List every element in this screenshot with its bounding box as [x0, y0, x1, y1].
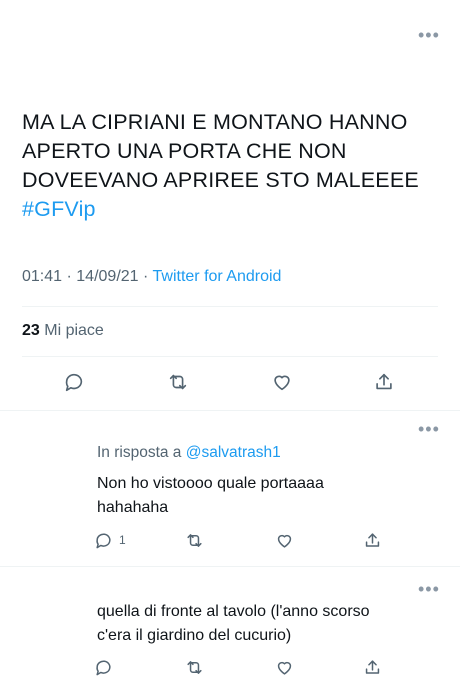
reply-2-more-icon[interactable]: ••• [418, 580, 440, 598]
reply-2-share-button[interactable] [359, 655, 385, 679]
reply-1-line-2: hahahaha [97, 499, 169, 516]
reply-bubble-icon [65, 373, 83, 392]
reply-bubble-icon [96, 659, 111, 675]
share-icon [365, 659, 379, 674]
like-button[interactable] [266, 368, 298, 396]
reply-2-line-2: c'era il giardino del cucurio) [97, 627, 292, 644]
likes-count: 23 [22, 322, 40, 339]
retweet-button[interactable] [162, 368, 194, 396]
reply-1-reply-button[interactable]: 1 [94, 528, 126, 552]
tweet-more-icon[interactable]: ••• [418, 26, 440, 44]
likes-summary[interactable]: 23 Mi piace [22, 322, 104, 340]
reply-1-share-button[interactable] [359, 528, 385, 552]
hashtag-link[interactable]: #GFVip [22, 197, 96, 221]
heart-icon [277, 661, 291, 675]
retweet-icon [169, 374, 187, 390]
reply-handle-link[interactable]: @salvatrash1 [186, 444, 281, 461]
retweet-icon [186, 660, 202, 674]
divider [0, 566, 460, 567]
reply-context: In risposta a @salvatrash1 [97, 444, 281, 462]
reply-1-retweet-button[interactable] [181, 528, 207, 552]
reply-prefix: In risposta a [97, 444, 182, 461]
meta-separator: · [66, 268, 72, 285]
meta-separator: · [143, 268, 149, 285]
reply-button[interactable] [58, 368, 90, 396]
divider [0, 410, 460, 411]
heart-icon [274, 375, 290, 391]
reply-1-text: Non ho vistoooo quale portaaaa hahahaha [97, 472, 437, 520]
divider [22, 356, 438, 357]
reply-1-line-1: Non ho vistoooo quale portaaaa [97, 475, 324, 492]
reply-1-more-icon[interactable]: ••• [418, 420, 440, 438]
divider [22, 306, 438, 307]
tweet-date: 14/09/21 [76, 268, 139, 285]
reply-count: 1 [119, 533, 126, 547]
reply-bubble-icon [96, 532, 111, 548]
reply-2-line-1: quella di fronte al tavolo (l'anno scors… [97, 603, 370, 620]
tweet-text: MA LA CIPRIANI E MONTANO HANNO APERTO UN… [22, 108, 442, 224]
reply-2-retweet-button[interactable] [181, 655, 207, 679]
retweet-icon [186, 533, 202, 547]
reply-2-reply-button[interactable] [94, 655, 113, 679]
heart-icon [277, 534, 291, 548]
reply-1-like-button[interactable] [271, 528, 297, 552]
tweet-meta: 01:41 · 14/09/21 · Twitter for Android [22, 268, 281, 286]
reply-2-like-button[interactable] [271, 655, 297, 679]
share-icon [365, 532, 379, 547]
share-button[interactable] [368, 368, 400, 396]
share-icon [376, 373, 392, 390]
tweet-time: 01:41 [22, 268, 63, 285]
tweet-source-link[interactable]: Twitter for Android [153, 268, 282, 285]
tweet-body: MA LA CIPRIANI E MONTANO HANNO APERTO UN… [22, 110, 419, 192]
reply-2-text: quella di fronte al tavolo (l'anno scors… [97, 600, 437, 648]
likes-label: Mi piace [44, 322, 104, 339]
